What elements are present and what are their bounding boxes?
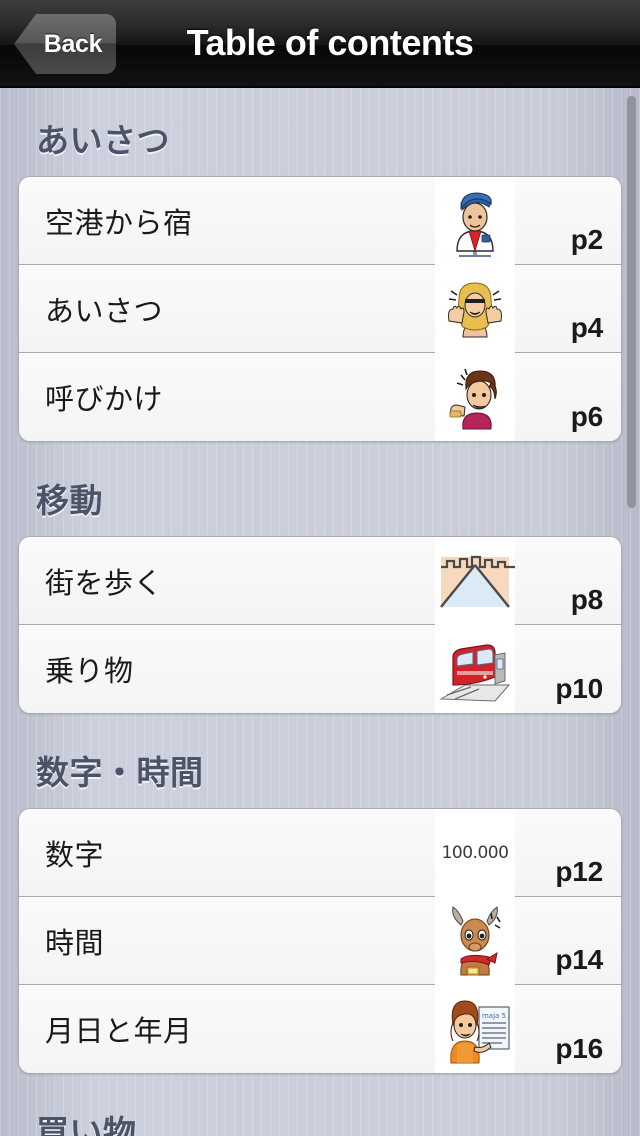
street-perspective-illustration-icon xyxy=(435,537,515,625)
navigation-bar: Back Table of contents xyxy=(0,0,640,88)
section-header: あいさつ xyxy=(36,122,170,159)
section-header: 数字・時間 xyxy=(36,754,204,791)
section-header: 買い物 xyxy=(36,1114,137,1136)
page-title: Table of contents xyxy=(186,22,474,63)
list-item-page: p14 xyxy=(555,944,603,975)
section-greetings: あいさつ 空港から宿 p2 あいさつ p4 呼びかけ p6 xyxy=(0,88,640,448)
list-item-label: 乗り物 xyxy=(45,656,134,688)
list-item-page: p6 xyxy=(570,401,603,432)
section-transport: 移動 街を歩く p8 乗り物 p10 xyxy=(0,448,640,720)
list-item-label: 月日と年月 xyxy=(45,1016,193,1048)
list-item-page: p10 xyxy=(555,673,603,704)
section-header: 移動 xyxy=(36,482,103,519)
waving-woman-illustration-icon xyxy=(435,265,515,353)
list-item[interactable]: 空港から宿 p2 xyxy=(19,177,621,265)
calling-person-illustration-icon xyxy=(435,353,515,441)
table-of-contents-list[interactable]: あいさつ 空港から宿 p2 あいさつ p4 呼びかけ p6 移動 街を歩く p8… xyxy=(0,88,640,1136)
porter-illustration-icon xyxy=(435,177,515,265)
thumbnail-text: 100.000 xyxy=(441,843,509,863)
list-item-page: p16 xyxy=(555,1033,603,1064)
list-item-label: あいさつ xyxy=(45,295,164,328)
scrollbar-thumb[interactable] xyxy=(627,96,636,508)
list-item-label: 呼びかけ xyxy=(45,384,164,416)
woman-with-calendar-illustration-icon: maja 5 xyxy=(435,985,515,1073)
number-100000-text-icon: 100.000 xyxy=(435,809,515,897)
list-item[interactable]: 数字 100.000 p12 xyxy=(19,809,621,897)
list-item[interactable]: 時間 p14 xyxy=(19,897,621,985)
list-item[interactable]: 月日と年月 maja 5 p16 xyxy=(19,985,621,1073)
svg-text:maja 5: maja 5 xyxy=(482,1012,506,1020)
list-item[interactable]: 乗り物 p10 xyxy=(19,625,621,713)
list-item[interactable]: あいさつ p4 xyxy=(19,265,621,353)
list-item[interactable]: 街を歩く p8 xyxy=(19,537,621,625)
section-numbers-time: 数字・時間 数字 100.000 p12 時間 p14 月日と年月 maja 5… xyxy=(0,720,640,1080)
list-group: 数字 100.000 p12 時間 p14 月日と年月 maja 5 p16 xyxy=(18,808,622,1074)
list-item-page: p4 xyxy=(570,312,603,343)
list-item-label: 空港から宿 xyxy=(45,207,193,240)
list-item-label: 数字 xyxy=(45,839,105,872)
list-item-page: p2 xyxy=(570,224,603,255)
red-tram-illustration-icon xyxy=(435,625,515,713)
section-shopping: 買い物 xyxy=(0,1080,640,1136)
cow-with-watch-illustration-icon xyxy=(435,897,515,985)
list-item-label: 時間 xyxy=(45,927,105,960)
list-group: 空港から宿 p2 あいさつ p4 呼びかけ p6 xyxy=(18,176,622,442)
list-item-label: 街を歩く xyxy=(45,567,164,600)
list-item-page: p12 xyxy=(555,856,603,887)
list-item-page: p8 xyxy=(570,584,603,615)
list-group: 街を歩く p8 乗り物 p10 xyxy=(18,536,622,714)
list-item[interactable]: 呼びかけ p6 xyxy=(19,353,621,441)
